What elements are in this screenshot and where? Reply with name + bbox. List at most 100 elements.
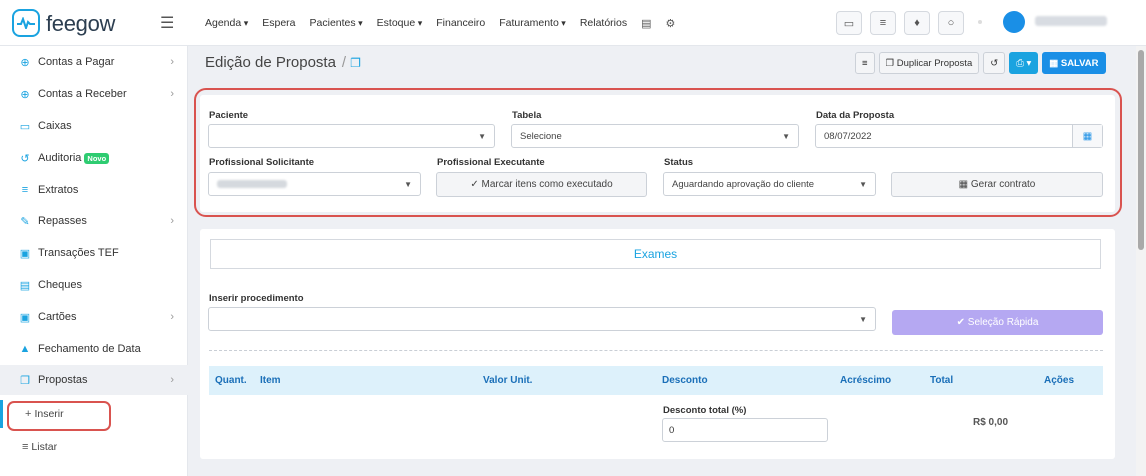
sidebar-item-fechamento[interactable]: ▲ Fechamento de Data [0,334,188,364]
sidebar-item-transacoes-tef[interactable]: ▣ Transações TEF [0,238,188,268]
sidebar-item-contas-receber[interactable]: ⊕ Contas a Receber › [0,79,188,109]
chat-icon[interactable]: ○ [938,11,964,35]
quick-select-button[interactable]: ✔ Seleção Rápida [892,310,1103,335]
procedimento-select[interactable]: ▼ [208,307,876,331]
list-icon[interactable]: ≡ [870,11,896,35]
nav-agenda[interactable]: Agenda [205,17,248,30]
col-total: Total [930,375,954,386]
col-valor-unit: Valor Unit. [483,375,533,386]
inbox-icon[interactable]: ▭ [836,11,862,35]
top-bar: feegow ☰ Agenda Espera Pacientes Estoque… [0,0,1146,46]
page-title-text: Edição de Proposta [205,54,336,71]
plus-circle-icon: ⊕ [20,88,30,101]
history-button[interactable]: ↺ [983,52,1006,74]
main-nav: Agenda Espera Pacientes Estoque Financei… [205,17,675,30]
print-icon: ⎙ [1016,57,1024,69]
sidebar-item-label: Auditoria [38,152,82,164]
sidebar-item-auditoria[interactable]: ↺ Auditoria Novo [0,143,188,173]
sidebar-item-repasses[interactable]: ✎ Repasses › [0,206,188,236]
menu-toggle-icon[interactable]: ☰ [160,13,174,33]
sidebar-item-label: Cheques [38,279,83,291]
col-quant: Quant. [215,375,247,386]
user-name-blurred[interactable] [1035,16,1107,26]
breadcrumb-separator: / [341,54,347,71]
col-item: Item [260,375,281,386]
bell-icon[interactable]: ♦ [904,11,930,35]
gear-icon[interactable]: ⚙ [666,17,676,30]
list-view-button[interactable]: ≡ [855,52,875,74]
duplicate-button[interactable]: ❐ Duplicar Proposta [878,52,980,74]
sidebar-sub-label: Listar [31,441,58,453]
chevron-right-icon: › [170,374,174,386]
discount-input[interactable]: 0 [662,418,828,442]
save-button[interactable]: ▦ SALVAR [1042,52,1106,74]
scrollbar[interactable] [1136,46,1146,476]
col-acoes: Ações [1044,375,1075,386]
sidebar-item-contas-pagar[interactable]: ⊕ Contas a Pagar › [0,47,188,77]
top-actions: ▭ ≡ ♦ ○ [836,11,964,35]
quick-select-label: Seleção Rápida [967,317,1039,328]
handshake-icon: ✎ [20,215,30,228]
chevron-right-icon: › [170,311,174,323]
sidebar-item-propostas[interactable]: ❐ Propostas › [0,365,188,395]
discount-label: Desconto total (%) [663,405,747,416]
database-icon[interactable]: ▤ [641,17,651,30]
tab-exames-label: Exames [633,247,678,261]
sidebar-item-label: Repasses [38,215,87,227]
copy-icon: ❐ [20,374,30,387]
sidebar-item-label: Contas a Receber [38,88,127,100]
total-value: R$ 0,00 [973,417,1009,428]
avatar[interactable] [1003,11,1025,33]
plus-circle-icon: ⊕ [20,56,30,69]
history-icon: ↺ [990,57,999,69]
list-icon: ≡ [21,184,29,196]
status-dot [978,20,982,24]
nav-pacientes[interactable]: Pacientes [310,17,363,30]
chevron-right-icon: › [170,56,174,68]
sidebar-item-label: Caixas [38,120,72,132]
sidebar-item-label: Transações TEF [38,247,119,259]
list-icon: ≡ [862,57,868,69]
brand-name: feegow [46,11,116,36]
inbox-icon: ▭ [19,120,31,133]
feegow-logo[interactable]: feegow [12,9,152,37]
sidebar-item-label: Fechamento de Data [38,343,141,355]
chevron-down-icon: ▾ [1026,57,1032,69]
sidebar-item-caixas[interactable]: ▭ Caixas [0,111,188,141]
nav-estoque[interactable]: Estoque [377,17,423,30]
sidebar-item-cartoes[interactable]: ▣ Cartões › [0,302,188,332]
items-table-header: Quant. Item Valor Unit. Desconto Acrésci… [209,366,1103,395]
chevron-right-icon: › [170,215,174,227]
divider [209,350,1103,351]
copy-icon: ❐ [885,57,895,69]
new-badge: Novo [84,152,110,164]
page-title: Edição de Proposta / ❐ [205,54,361,71]
check-doc-icon: ▤ [19,279,31,292]
chevron-right-icon: › [170,88,174,100]
copy-icon[interactable]: ❐ [350,56,361,70]
nav-espera[interactable]: Espera [262,17,295,30]
highlight-inserir [7,401,111,431]
sidebar-item-label: Propostas [38,374,88,386]
list-icon: ≡ [22,441,29,453]
nav-financeiro[interactable]: Financeiro [436,17,485,30]
lock-icon: ▲ [19,343,31,355]
sidebar-item-cheques[interactable]: ▤ Cheques [0,270,188,300]
sidebar-item-label: Cartões [38,311,77,323]
header-actions: ≡ ❐ Duplicar Proposta ↺ ⎙ ▾ ▦ SALVAR [855,52,1106,74]
sidebar-sub-listar[interactable]: ≡ Listar [0,433,188,461]
nav-faturamento[interactable]: Faturamento [499,17,566,30]
sidebar-item-extratos[interactable]: ≡ Extratos [0,175,188,205]
history-icon: ↺ [20,152,30,165]
print-button[interactable]: ⎙ ▾ [1009,52,1039,74]
inserir-procedimento-label: Inserir procedimento [209,293,304,304]
chevron-down-icon: ▼ [859,314,867,324]
logo-mark-icon [12,9,40,37]
save-icon: ▦ [1049,57,1059,69]
col-desconto: Desconto [662,375,708,386]
tab-exames[interactable]: Exames [210,239,1101,269]
discount-value: 0 [669,424,675,436]
scrollbar-thumb[interactable] [1138,50,1144,250]
nav-relatorios[interactable]: Relatórios [580,17,627,30]
duplicate-label: Duplicar Proposta [896,57,973,69]
